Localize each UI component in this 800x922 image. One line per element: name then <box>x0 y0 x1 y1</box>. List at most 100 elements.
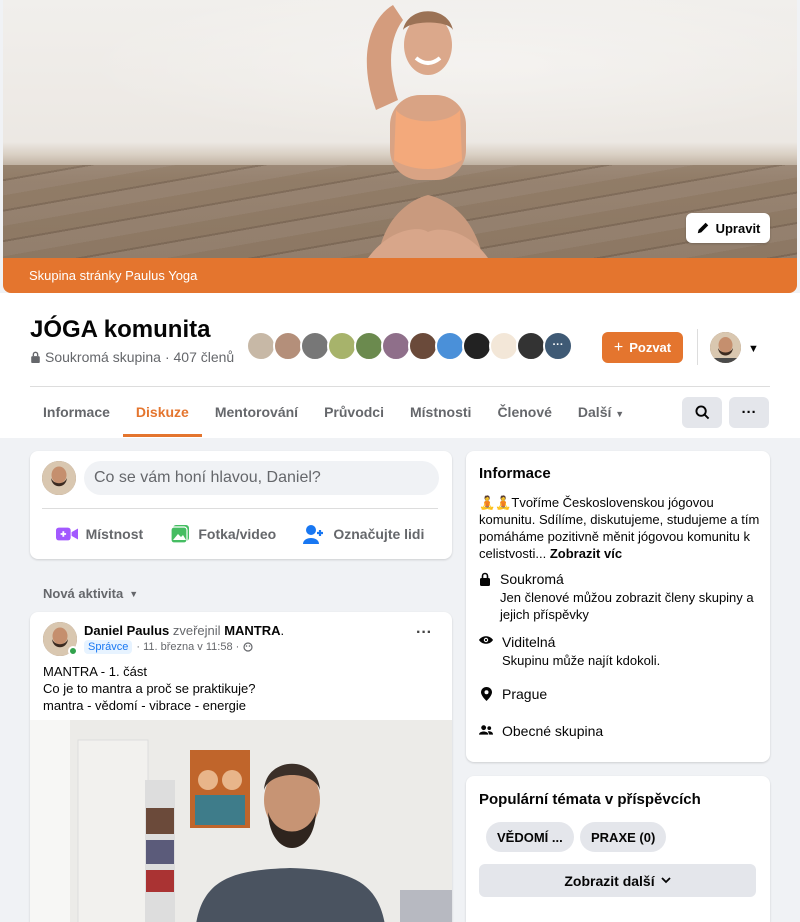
member-avatar[interactable] <box>516 331 546 361</box>
group-privacy[interactable]: Soukromá skupina <box>45 349 161 365</box>
pencil-icon <box>697 222 708 234</box>
member-avatar[interactable] <box>273 331 303 361</box>
caret-down-icon: ▼ <box>615 409 625 419</box>
post-meta: Správce · 11. března v 11:58 · <box>84 640 253 654</box>
lock-icon <box>479 571 491 623</box>
member-avatar[interactable] <box>462 331 492 361</box>
post-line: mantra - vědomí - vibrace - energie <box>43 698 247 713</box>
invite-label: Pozvat <box>629 340 672 355</box>
member-avatar[interactable] <box>435 331 465 361</box>
profile-avatar[interactable] <box>710 332 741 363</box>
post-timestamp[interactable]: · 11. března v 11:58 · <box>136 641 239 653</box>
member-avatar[interactable] <box>381 331 411 361</box>
photo-video-label: Fotka/video <box>198 526 277 542</box>
group-tabs: Informace Diskuze Mentorování Průvodci M… <box>30 387 637 437</box>
member-avatar[interactable] <box>327 331 357 361</box>
tab-mistnosti[interactable]: Místnosti <box>397 387 484 437</box>
member-avatar[interactable] <box>408 331 438 361</box>
member-avatar[interactable] <box>354 331 384 361</box>
composer-actions: Místnost Fotka/video Označujte lidi <box>42 514 438 554</box>
avatar-photo <box>42 461 76 495</box>
more-options-button[interactable]: ··· <box>729 397 769 428</box>
yoga-woman-figure <box>366 5 488 258</box>
post-verb: zveřejnil <box>172 623 221 638</box>
cover-photo <box>3 0 797 258</box>
tab-pruvodci[interactable]: Průvodci <box>311 387 397 437</box>
member-avatar[interactable] <box>300 331 330 361</box>
more-members-avatar[interactable]: ··· <box>543 331 573 361</box>
location-link[interactable]: Prague <box>502 686 547 702</box>
cover-area: Upravit Skupina stránky Paulus Yoga <box>3 0 797 293</box>
composer-input[interactable]: Co se vám honí hlavou, Daniel? <box>84 461 439 495</box>
edit-cover-button[interactable]: Upravit <box>686 213 770 243</box>
tab-mentorovani[interactable]: Mentorování <box>202 387 311 437</box>
caret-down-icon: ▼ <box>129 588 139 599</box>
post-composer: Co se vám honí hlavou, Daniel? Místnost … <box>30 451 452 559</box>
group-member-count[interactable]: · 407 členů <box>165 349 234 365</box>
avatar[interactable] <box>42 461 76 495</box>
post-object[interactable]: MANTRA <box>224 623 280 638</box>
about-title: Informace <box>479 465 551 482</box>
info-row-visible: Viditelná Skupinu může najít kdokoli. <box>479 634 660 669</box>
plus-icon: + <box>613 338 624 356</box>
info-row-subtitle: Jen členové můžou zobrazit členy skupiny… <box>500 590 754 622</box>
tab-informace[interactable]: Informace <box>30 387 123 437</box>
online-status-dot <box>68 646 78 656</box>
room-button[interactable]: Místnost <box>55 526 144 542</box>
group-title: JÓGA komunita <box>30 316 211 343</box>
member-avatar[interactable] <box>489 331 519 361</box>
member-avatar[interactable] <box>246 331 276 361</box>
tag-people-button[interactable]: Označujte lidi <box>303 524 424 544</box>
info-row-private: Soukromá Jen členové můžou zobrazit člen… <box>479 571 770 623</box>
post-text: MANTRA - 1. část Co je to mantra a proč … <box>43 663 255 714</box>
eye-icon <box>479 634 493 669</box>
feed-sort-dropdown[interactable]: Nová aktivita ▼ <box>43 586 138 601</box>
post-options-icon[interactable]: ··· <box>416 624 432 642</box>
tab-dalsi-label: Další <box>577 404 612 420</box>
invite-button[interactable]: + Pozvat <box>602 332 683 363</box>
chevron-down-icon <box>660 877 671 884</box>
show-more-topics-button[interactable]: Zobrazit další <box>479 864 756 897</box>
tag-people-label: Označujte lidi <box>333 526 425 542</box>
feed-post: Daniel Paulus zveřejnil MANTRA. Správce … <box>30 612 452 922</box>
tag-people-icon <box>303 525 324 544</box>
info-row-category: Obecné skupina <box>479 723 603 739</box>
post-line: MANTRA - 1. část <box>43 664 148 679</box>
member-avatars[interactable]: ··· <box>246 331 573 361</box>
tab-dalsi[interactable]: Další ▼ <box>565 387 637 437</box>
group-subtitle: Soukromá skupina · 407 členů <box>30 349 234 365</box>
photo-video-button[interactable]: Fotka/video <box>170 524 276 544</box>
search-button[interactable] <box>682 397 722 428</box>
topic-chip[interactable]: PRAXE (0) <box>580 822 667 852</box>
popular-topics-card: Populární témata v příspěvcích VĚDOMÍ ..… <box>466 776 770 922</box>
lock-icon <box>31 351 40 363</box>
location-pin-icon <box>479 686 493 702</box>
about-card: Informace 🧘🧘Tvoříme Československou jógo… <box>466 451 770 762</box>
post-header-line: Daniel Paulus zveřejnil MANTRA. <box>84 623 285 638</box>
role-badge: Správce <box>84 640 133 654</box>
info-row-location: Prague <box>479 686 547 702</box>
show-more-link[interactable]: Zobrazit víc <box>550 546 622 561</box>
post-photo <box>30 720 452 922</box>
info-row-subtitle: Skupinu může najít kdokoli. <box>502 653 661 668</box>
header-divider <box>697 329 698 365</box>
post-author[interactable]: Daniel Paulus <box>84 623 169 638</box>
info-row-title: Soukromá <box>500 571 564 587</box>
parent-page-link[interactable]: Skupina stránky Paulus Yoga <box>3 258 797 293</box>
people-icon <box>479 723 493 739</box>
photo-icon <box>170 525 190 544</box>
about-description: 🧘🧘Tvoříme Československou jógovou komuni… <box>479 494 763 562</box>
group-category: Obecné skupina <box>502 723 604 739</box>
room-label: Místnost <box>85 526 144 542</box>
group-header: JÓGA komunita Soukromá skupina · 407 čle… <box>0 293 800 438</box>
edit-cover-label: Upravit <box>715 220 761 236</box>
search-icon <box>694 405 709 420</box>
chevron-down-icon[interactable]: ▼ <box>748 343 759 355</box>
profile-photo <box>710 332 741 363</box>
tab-clenove[interactable]: Členové <box>484 387 564 437</box>
info-row-title: Viditelná <box>502 634 556 650</box>
post-video-thumbnail[interactable] <box>30 720 452 922</box>
video-room-icon <box>55 527 78 541</box>
topic-chip[interactable]: VĚDOMÍ ... <box>486 822 574 852</box>
tab-diskuze[interactable]: Diskuze <box>122 387 202 437</box>
